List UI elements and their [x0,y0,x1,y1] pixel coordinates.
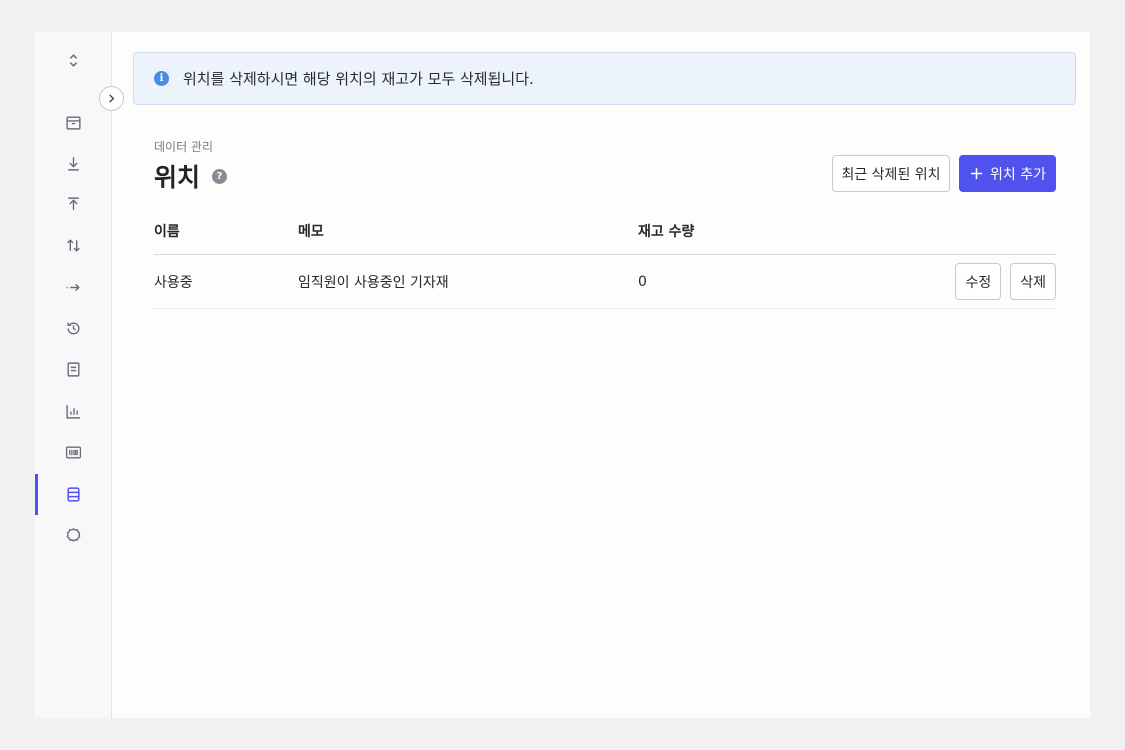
sidebar-item-documents[interactable] [35,349,112,390]
collapse-toggle[interactable] [35,40,112,81]
sidebar-item-inbound[interactable] [35,143,112,184]
download-icon [68,157,79,171]
add-location-button[interactable]: 위치 추가 [959,155,1056,192]
bar-chart-icon [66,405,80,419]
sidebar-item-settings[interactable] [35,515,112,556]
cell-name: 사용중 [154,274,193,291]
sidebar [35,32,124,718]
document-icon [67,362,80,377]
sidebar-item-history[interactable] [35,308,112,349]
upload-icon [68,197,79,210]
database-icon [67,487,80,502]
expand-sidebar-button[interactable] [99,86,124,111]
info-banner: i 위치를 삭제하시면 해당 위치의 재고가 모두 삭제됩니다. [133,52,1076,105]
sidebar-item-data-management[interactable] [35,474,112,515]
sidebar-item-products[interactable] [35,102,112,143]
delete-button[interactable]: 삭제 [1010,263,1056,300]
help-icon[interactable]: ? [212,168,228,184]
table-header: 이름 메모 재고 수량 [154,208,1056,255]
banner-text: 위치를 삭제하시면 해당 위치의 재고가 모두 삭제됩니다. [183,70,534,88]
dotted-arrow-right-icon [66,283,80,292]
sidebar-item-move[interactable] [35,267,112,308]
app-frame: i 위치를 삭제하시면 해당 위치의 재고가 모두 삭제됩니다. 데이터 관리 … [35,32,1090,718]
settings-icon [66,528,81,542]
cell-memo: 임직원이 사용중인 기자재 [298,274,449,291]
chevron-up-down-icon [69,54,78,67]
sidebar-item-barcode[interactable] [35,432,112,473]
column-header-quantity: 재고 수량 [638,224,695,240]
box-icon [66,116,81,130]
breadcrumb: 데이터 관리 [154,140,214,154]
column-header-memo: 메모 [298,224,324,240]
main-content: i 위치를 삭제하시면 해당 위치의 재고가 모두 삭제됩니다. 데이터 관리 … [112,32,1090,718]
cell-quantity: 0 [638,273,647,290]
add-location-label: 위치 추가 [990,166,1046,183]
barcode-icon [65,446,82,459]
table-row: 사용중 임직원이 사용중인 기자재 0 수정 삭제 [154,255,1056,309]
chevron-right-icon [109,94,115,103]
sidebar-item-reports[interactable] [35,391,112,432]
column-header-name: 이름 [154,224,180,240]
page-title-text: 위치 [154,163,201,192]
page-title: 위치 ? [154,158,228,194]
history-icon [67,322,80,335]
sidebar-item-outbound[interactable] [35,184,112,225]
info-icon: i [154,71,169,86]
locations-table: 이름 메모 재고 수량 사용중 임직원이 사용중인 기자재 0 수정 삭제 [154,208,1056,309]
plus-icon [970,167,983,180]
edit-button[interactable]: 수정 [955,263,1002,300]
row-actions: 수정 삭제 [955,263,1056,300]
sidebar-item-adjust[interactable] [35,225,112,266]
recent-deleted-button[interactable]: 최근 삭제된 위치 [832,155,950,192]
transfer-icon [67,239,80,252]
